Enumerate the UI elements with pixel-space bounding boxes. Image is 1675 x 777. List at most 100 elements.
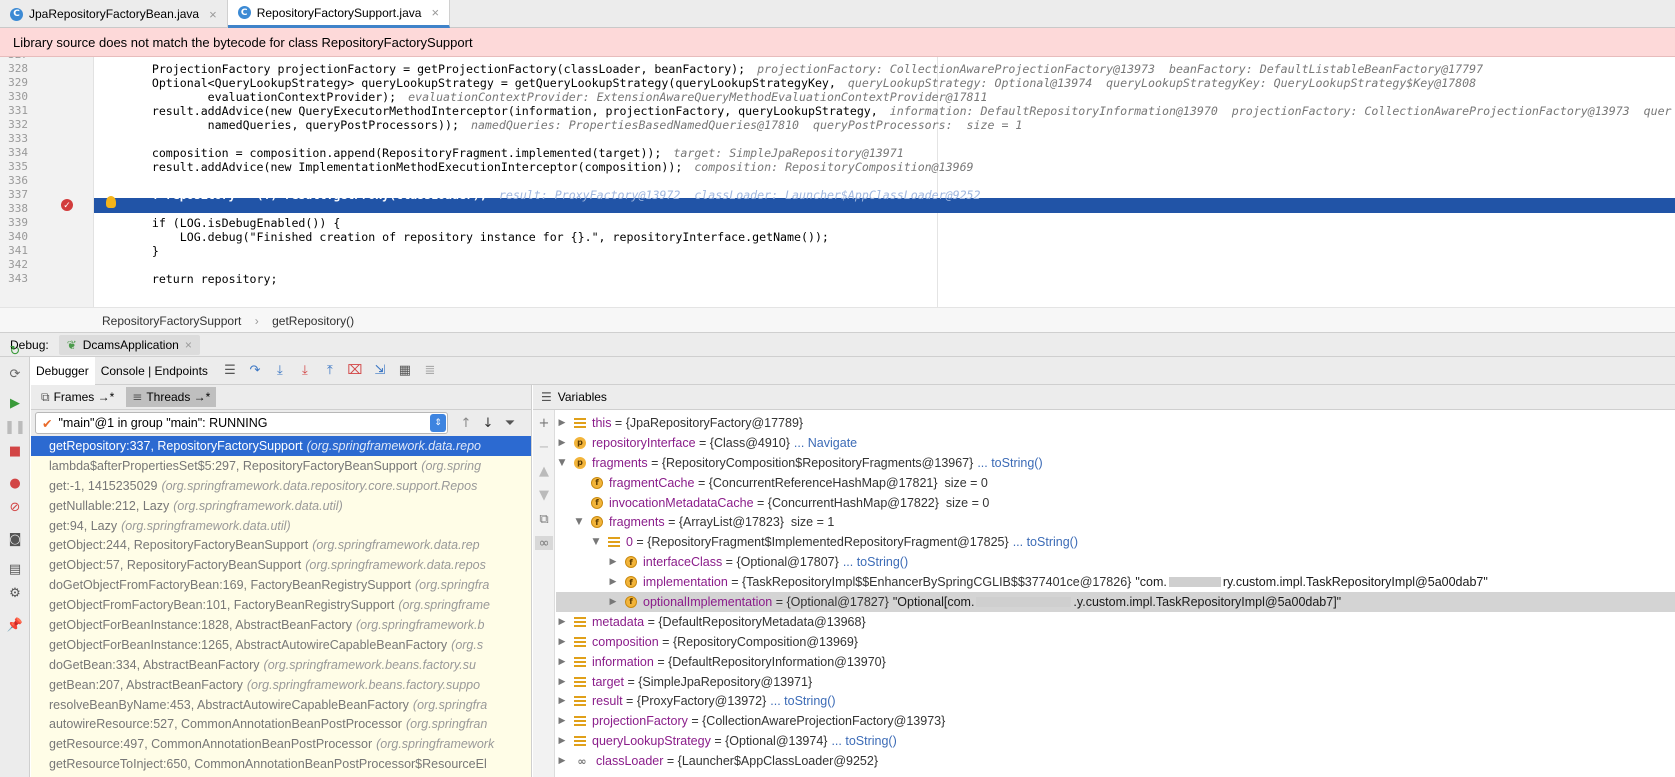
code-line[interactable]: LOG.debug("Finished creation of reposito… — [96, 230, 829, 244]
view-breakpoints-icon[interactable]: ● — [7, 475, 23, 491]
menu-icon[interactable]: ☰ — [221, 362, 239, 380]
tab-frames[interactable]: ⧉ Frames →* — [35, 387, 120, 408]
variable-row[interactable]: ▶ f interfaceClass = {Optional@17807} ... t… — [556, 552, 1675, 572]
variable-link[interactable]: ... toString() — [843, 555, 908, 569]
stack-frame[interactable]: lambda$afterPropertiesSet$5:297, Reposit… — [31, 456, 531, 476]
code-line[interactable]: return repository; — [96, 272, 278, 286]
expanded-arrow-icon[interactable]: ▼ — [556, 458, 568, 468]
code-line[interactable]: } — [96, 244, 159, 258]
resume-icon[interactable]: ▶ — [7, 395, 23, 411]
tab-debugger[interactable]: Debugger — [30, 356, 95, 385]
stack-frame[interactable]: getObjectForBeanInstance:1828, AbstractB… — [31, 615, 531, 635]
code-line[interactable]: result.addAdvice(new ImplementationMetho… — [96, 160, 974, 174]
stack-frame[interactable]: get:-1, 1415235029 (org.springframework.d… — [31, 476, 531, 496]
breadcrumb-method[interactable]: getRepository() — [272, 314, 354, 328]
collapsed-arrow-icon[interactable]: ▶ — [556, 637, 568, 647]
move-up-icon[interactable]: ▲ — [537, 464, 551, 479]
stack-frame[interactable]: autowireResource:527, CommonAnnotationBe… — [31, 714, 531, 734]
variable-row[interactable]: ▶ result = {ProxyFactory@13972}... toStri… — [556, 691, 1675, 711]
breadcrumb-class[interactable]: RepositoryFactorySupport — [102, 314, 241, 328]
rerun-icon[interactable]: ↻ — [7, 343, 23, 359]
variable-row[interactable]: ▶ f optionalImplementation = {Optional@178… — [556, 592, 1675, 612]
variable-row[interactable]: f fragmentCache = {ConcurrentReferenceHas… — [556, 473, 1675, 493]
collapsed-arrow-icon[interactable]: ▶ — [556, 657, 568, 667]
arrow-down-icon[interactable]: ↓ — [480, 416, 496, 431]
code-line[interactable]: result.addAdvice(new QueryExecutorMethod… — [96, 104, 1672, 118]
code-editor[interactable]: ✓ 327328 ProjectionFactory projectionFac… — [0, 57, 1675, 307]
variable-row[interactable]: ▶ queryLookupStrategy = {Optional@13974}.… — [556, 731, 1675, 751]
breakpoint-icon[interactable]: ✓ — [61, 199, 73, 211]
variable-row[interactable]: f invocationMetadataCache = {ConcurrentHa… — [556, 493, 1675, 513]
stack-frame[interactable]: doGetBean:334, AbstractBeanFactory (org.s… — [31, 655, 531, 675]
tab-threads[interactable]: ≡ Threads →* — [126, 387, 217, 407]
variable-row[interactable]: ▶ composition = {RepositoryComposition@13… — [556, 632, 1675, 652]
close-icon[interactable]: × — [209, 7, 217, 22]
evaluate-expression-icon[interactable]: ▦ — [396, 362, 414, 380]
collapsed-arrow-icon[interactable]: ▶ — [607, 577, 619, 587]
force-step-into-icon[interactable]: ⤓ — [296, 362, 314, 380]
variable-row[interactable]: ▼ f fragments = {ArrayList@17823} size = 1 — [556, 512, 1675, 532]
move-down-icon[interactable]: ▼ — [537, 488, 551, 503]
stack-frame[interactable]: getObjectFromFactoryBean:101, FactoryBea… — [31, 595, 531, 615]
code-line[interactable]: Optional<QueryLookupStrategy> queryLooku… — [96, 76, 1476, 90]
mute-breakpoints-icon[interactable]: ⊘ — [7, 499, 23, 515]
drop-frame-icon[interactable]: ⌧ — [346, 362, 364, 380]
layout-icon[interactable]: ▤ — [7, 561, 23, 577]
run-to-cursor-icon[interactable]: ⇲ — [371, 362, 389, 380]
step-into-icon[interactable]: ⤓ — [271, 362, 289, 380]
variable-link[interactable]: ... Navigate — [794, 436, 857, 450]
code-line[interactable]: T repository = (T) result.getProxy(class… — [96, 188, 981, 202]
close-icon[interactable]: × — [431, 5, 439, 20]
code-line[interactable]: evaluationContextProvider); evaluationCon… — [96, 90, 988, 104]
stack-frame[interactable]: resolveBeanByName:453, AbstractAutowireC… — [31, 695, 531, 715]
collapsed-arrow-icon[interactable]: ▶ — [556, 696, 568, 706]
settings-icon[interactable]: ⚙ — [7, 585, 23, 601]
thread-select[interactable]: ✔ "main"@1 in group "main": RUNNING ⇕ — [35, 412, 448, 434]
collapsed-arrow-icon[interactable]: ▶ — [556, 418, 568, 428]
pin-icon[interactable]: 📌 — [7, 617, 23, 633]
collapsed-arrow-icon[interactable]: ▶ — [607, 557, 619, 567]
stop-icon[interactable]: ■ — [7, 443, 23, 459]
step-out-icon[interactable]: ⤒ — [321, 362, 339, 380]
variable-row[interactable]: ▶ projectionFactory = {CollectionAwarePro… — [556, 711, 1675, 731]
collapsed-arrow-icon[interactable]: ▶ — [607, 597, 619, 607]
variable-row[interactable]: ▶ target = {SimpleJpaRepository@13971} — [556, 672, 1675, 692]
variable-row[interactable]: ▼ 0 = {RepositoryFragment$ImplementedRepo… — [556, 532, 1675, 552]
variable-row[interactable]: ▶ p repositoryInterface = {Class@4910} ... … — [556, 433, 1675, 453]
stack-frame[interactable]: getObject:57, RepositoryFactoryBeanSuppo… — [31, 555, 531, 575]
stack-frame[interactable]: getObject:244, RepositoryFactoryBeanSupp… — [31, 535, 531, 555]
variable-row[interactable]: ▶ this = {JpaRepositoryFactory@17789} — [556, 413, 1675, 433]
refresh-icon[interactable]: ⟳ — [7, 366, 23, 382]
variable-row[interactable]: ▶ information = {DefaultRepositoryInforma… — [556, 652, 1675, 672]
stack-frame[interactable]: getResourceToInject:650, CommonAnnotatio… — [31, 754, 531, 774]
expanded-arrow-icon[interactable]: ▼ — [590, 537, 602, 547]
stack-frame[interactable]: getResource:497, CommonAnnotationBeanPos… — [31, 734, 531, 754]
stack-frame[interactable]: getBean:207, AbstractBeanFactory (org.spr… — [31, 675, 531, 695]
debug-session-tab[interactable]: ❦ DcamsApplication × — [58, 334, 200, 355]
step-over-icon[interactable]: ↷ — [246, 362, 264, 380]
camera-icon[interactable]: ◙ — [7, 531, 23, 547]
copy-icon[interactable]: ⧉ — [537, 512, 551, 527]
collapsed-arrow-icon[interactable]: ▶ — [556, 617, 568, 627]
collapsed-arrow-icon[interactable]: ▶ — [556, 438, 568, 448]
variable-row[interactable]: ▶ ∞ classLoader = {Launcher$AppClassLoader… — [556, 751, 1675, 771]
collapsed-arrow-icon[interactable]: ▶ — [556, 716, 568, 726]
collapsed-arrow-icon[interactable]: ▶ — [556, 677, 568, 687]
expanded-arrow-icon[interactable]: ▼ — [573, 517, 585, 527]
variable-row[interactable]: ▶ f implementation = {TaskRepositoryImpl$$… — [556, 572, 1675, 592]
variable-row[interactable]: ▼ p fragments = {RepositoryComposition$Rep… — [556, 453, 1675, 473]
variable-link[interactable]: ... toString() — [831, 734, 896, 748]
variable-link[interactable]: ... toString() — [977, 456, 1042, 470]
tab-console-endpoints[interactable]: Console | Endpoints — [95, 357, 214, 385]
watches-toggle-icon[interactable]: ∞ — [535, 536, 553, 551]
trace-icon[interactable]: ≣ — [421, 362, 439, 380]
variable-link[interactable]: ... toString() — [1013, 535, 1078, 549]
tab-jpa-repository-factory-bean[interactable]: C JpaRepositoryFactoryBean.java × — [0, 0, 228, 28]
close-icon[interactable]: × — [185, 338, 192, 352]
stack-frame[interactable]: doGetObjectFromFactoryBean:169, FactoryB… — [31, 575, 531, 595]
arrow-up-icon[interactable]: ↑ — [458, 416, 474, 431]
filter-icon[interactable]: ⏷ — [502, 416, 518, 431]
collapsed-arrow-icon[interactable]: ▶ — [556, 756, 568, 766]
code-line[interactable]: namedQueries, queryPostProcessors)); name… — [96, 118, 1023, 132]
code-line[interactable]: ProjectionFactory projectionFactory = ge… — [96, 62, 1483, 76]
